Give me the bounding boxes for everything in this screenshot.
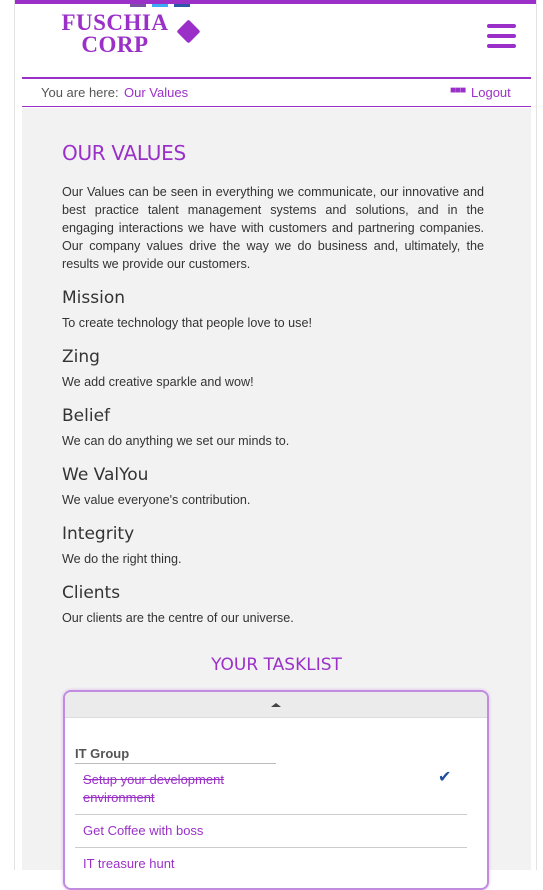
logo-line-1: FUSCHIA — [61, 10, 169, 35]
top-accent-bar — [15, 0, 536, 4]
company-logo[interactable]: FUSCHIA CORP — [57, 10, 173, 57]
tasklist-title: YOUR TASKLIST — [211, 655, 342, 675]
more-dots-icon[interactable]: ■■■ — [450, 85, 466, 96]
social-link-3[interactable] — [174, 4, 190, 7]
logo-line-2: CORP — [81, 32, 149, 57]
task-item-treasure-hunt[interactable]: IT treasure hunt — [83, 856, 175, 871]
value-heading-integrity: Integrity — [62, 524, 135, 544]
intro-paragraph: Our Values can be seen in everything we … — [62, 185, 484, 271]
main-content: OUR VALUES Our Values can be seen in eve… — [22, 108, 531, 890]
breadcrumb: You are here: Our Values ■■■ Logout — [22, 77, 531, 107]
value-text-valyou: We value everyone's contribution. — [62, 493, 251, 507]
checkmark-icon: ✔ — [438, 769, 452, 786]
value-text-belief: We can do anything we set our minds to. — [62, 434, 290, 448]
value-text-zing: We add creative sparkle and wow! — [62, 375, 254, 389]
value-heading-clients: Clients — [62, 583, 121, 603]
group-divider — [75, 763, 276, 764]
value-heading-valyou: We ValYou — [62, 465, 149, 485]
breadcrumb-current[interactable]: Our Values — [124, 85, 188, 100]
task-divider — [75, 814, 467, 815]
social-link-2[interactable] — [152, 4, 168, 7]
breadcrumb-prefix: You are here: — [41, 85, 119, 100]
task-group-label: IT Group — [75, 746, 130, 761]
value-text-integrity: We do the right thing. — [62, 552, 182, 566]
page-title: OUR VALUES — [62, 141, 186, 165]
task-item-coffee[interactable]: Get Coffee with boss — [83, 823, 203, 838]
task-item-completed[interactable]: Setup your development environment — [83, 771, 263, 807]
value-heading-zing: Zing — [62, 347, 100, 367]
value-text-clients: Our clients are the centre of our univer… — [62, 611, 294, 625]
task-divider — [75, 847, 467, 848]
caret-up-icon — [271, 703, 281, 707]
value-heading-mission: Mission — [62, 288, 126, 308]
logout-link[interactable]: Logout — [471, 85, 511, 100]
page: FUSCHIA CORP You are here: Our Values ■■… — [14, 0, 537, 890]
logo-diamond-icon — [176, 19, 201, 44]
tasklist-collapse-bar[interactable] — [65, 692, 487, 718]
hamburger-icon[interactable] — [487, 24, 516, 48]
value-heading-belief: Belief — [62, 406, 111, 426]
social-link-1[interactable] — [130, 4, 146, 7]
value-text-mission: To create technology that people love to… — [62, 316, 312, 330]
tasklist-panel: IT Group Setup your development environm… — [63, 690, 489, 890]
